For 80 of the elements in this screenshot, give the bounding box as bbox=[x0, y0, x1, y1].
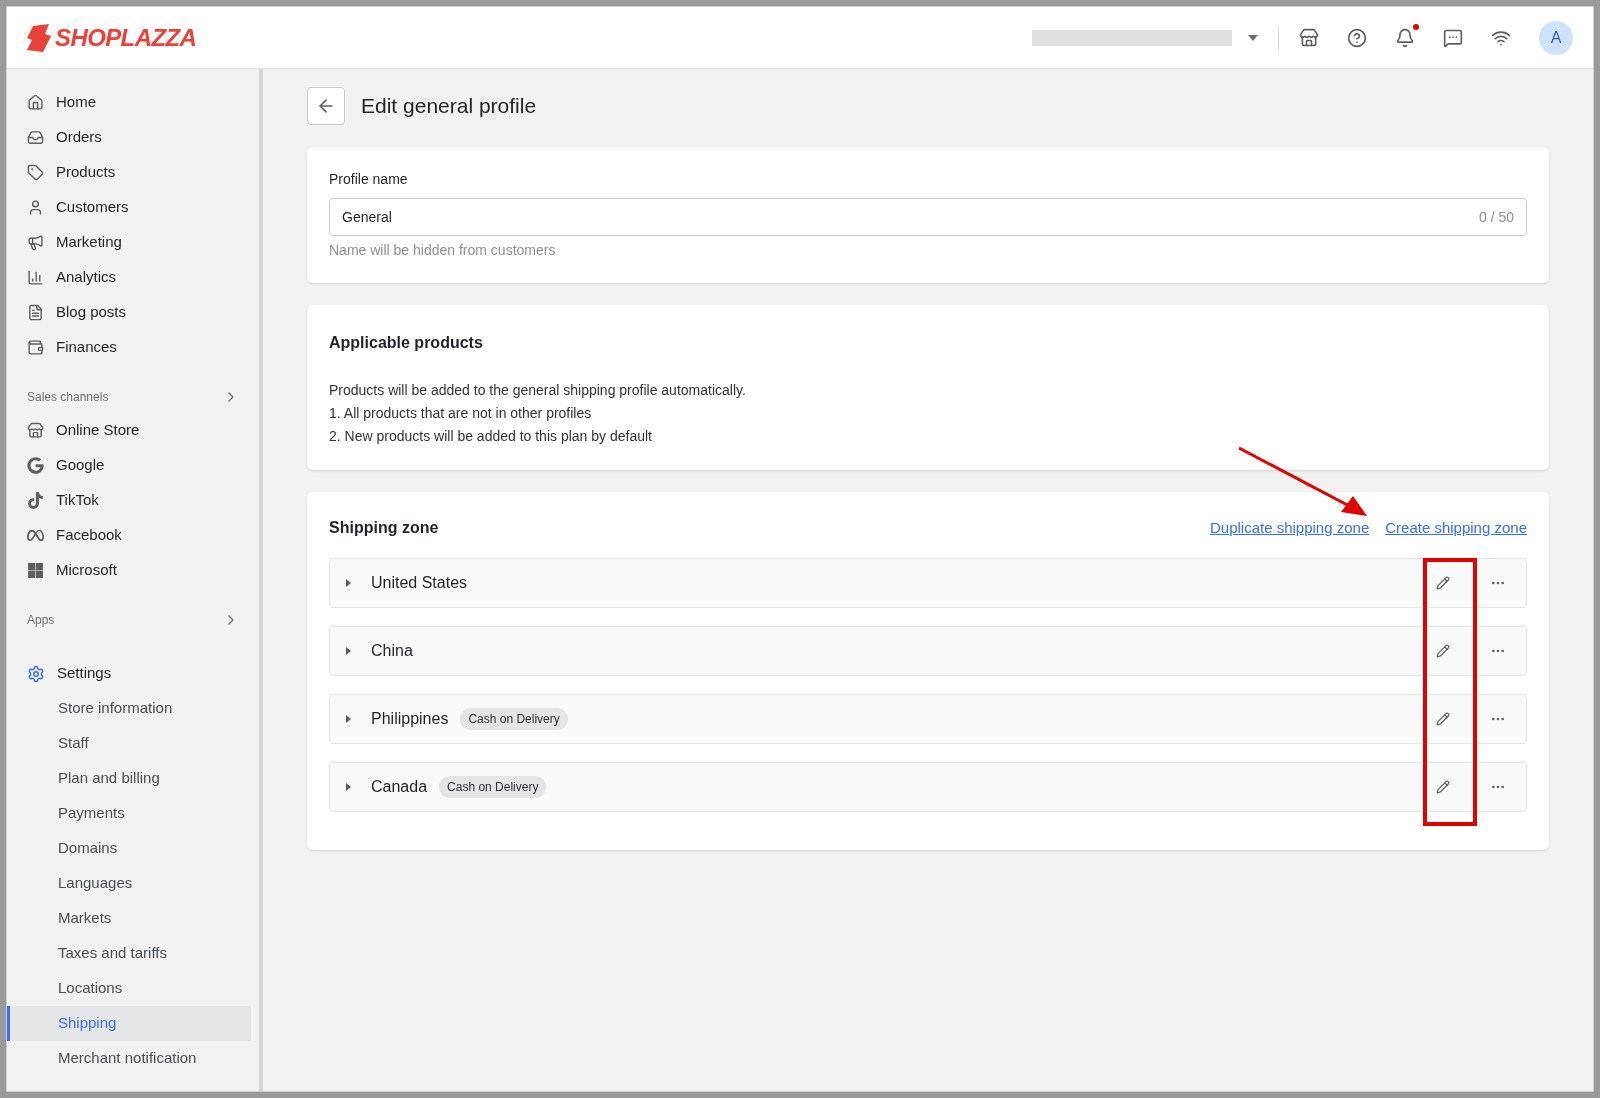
link[interactable]: Create shipping zone bbox=[1385, 516, 1527, 540]
sub-nav-item[interactable]: Merchant notification bbox=[7, 1041, 259, 1076]
nav-item[interactable]: Orders bbox=[7, 120, 259, 155]
sub-nav-item[interactable]: Languages bbox=[7, 866, 259, 901]
zone-name: Philippines bbox=[371, 709, 449, 729]
house-icon bbox=[27, 94, 44, 111]
nav-item[interactable]: Home bbox=[7, 85, 259, 120]
sub-nav-item[interactable]: Staff bbox=[7, 726, 259, 761]
zone-row[interactable]: China bbox=[329, 626, 1527, 676]
caret-icon bbox=[1248, 34, 1258, 41]
zone-row[interactable]: Philippines Cash on Delivery bbox=[329, 694, 1527, 744]
profile-name-field[interactable]: General 0 / 50 bbox=[329, 198, 1527, 236]
tag-icon bbox=[27, 164, 44, 181]
description-line: 2. New products will be added to this plan by default bbox=[329, 427, 653, 446]
pencil-icon bbox=[1436, 780, 1450, 794]
pencil-icon bbox=[1436, 576, 1450, 590]
document-icon bbox=[27, 304, 44, 321]
nav-item[interactable]: Products bbox=[7, 155, 259, 190]
chat-icon bbox=[1443, 27, 1463, 48]
bar-chart-icon bbox=[27, 269, 44, 286]
nav-item[interactable]: Settings bbox=[7, 656, 259, 691]
sub-nav-item[interactable]: Taxes and tariffs bbox=[7, 936, 259, 971]
bell-icon bbox=[1395, 27, 1415, 48]
caret-right-icon bbox=[346, 715, 351, 723]
help-text: Name will be hidden from customers bbox=[329, 241, 557, 260]
nav-item[interactable]: Analytics bbox=[7, 260, 259, 295]
nav-item[interactable]: Google bbox=[7, 448, 259, 483]
nav-item[interactable]: Microsoft bbox=[7, 553, 259, 588]
zone-name: United States bbox=[371, 573, 468, 593]
caret-right-icon bbox=[346, 783, 351, 791]
caret-right-icon bbox=[346, 647, 351, 655]
section-header[interactable]: Apps bbox=[7, 604, 259, 636]
brand-logo: SHOPLAZZA bbox=[55, 22, 197, 53]
four-squares-icon bbox=[27, 562, 44, 579]
nav-item[interactable]: Marketing bbox=[7, 225, 259, 260]
sub-nav-item[interactable]: Plan and billing bbox=[7, 761, 259, 796]
payment-tag: Cash on Delivery bbox=[439, 776, 547, 798]
sub-nav-item[interactable]: Shipping bbox=[7, 1006, 251, 1041]
description-line: 1. All products that are not in other profiles bbox=[329, 404, 593, 423]
g-letter-icon bbox=[27, 457, 44, 474]
card-title: Shipping zone bbox=[329, 518, 439, 538]
caret-right-icon bbox=[346, 579, 351, 587]
zone-row[interactable]: United States bbox=[329, 558, 1527, 608]
zone-name: China bbox=[371, 641, 413, 661]
section-header[interactable]: Sales channels bbox=[7, 381, 259, 413]
nav-item[interactable]: Online Store bbox=[7, 413, 259, 448]
sub-nav-item[interactable]: Payments bbox=[7, 796, 259, 831]
logo-icon bbox=[27, 23, 51, 52]
character-counter: 0 / 50 bbox=[1478, 207, 1514, 227]
nav-item[interactable]: TikTok bbox=[7, 483, 259, 518]
back-button[interactable] bbox=[307, 87, 345, 125]
link[interactable]: Duplicate shipping zone bbox=[1209, 516, 1370, 540]
sub-nav-item[interactable]: Store information bbox=[7, 691, 259, 726]
store-icon bbox=[1299, 27, 1319, 48]
avatar[interactable]: A bbox=[1539, 20, 1573, 55]
pencil-icon bbox=[1436, 712, 1450, 726]
help-icon bbox=[1347, 27, 1367, 48]
nav-item[interactable]: Finances bbox=[7, 330, 259, 365]
sub-nav-item[interactable]: Domains bbox=[7, 831, 259, 866]
nav-item[interactable]: Customers bbox=[7, 190, 259, 225]
sub-nav-item[interactable]: Locations bbox=[7, 971, 259, 1006]
wallet-icon bbox=[27, 339, 44, 356]
field-label: Profile name bbox=[329, 170, 409, 189]
nav-item[interactable]: Facebook bbox=[7, 518, 259, 553]
music-note-icon bbox=[27, 492, 44, 509]
pencil-icon bbox=[1436, 644, 1450, 658]
payment-tag: Cash on Delivery bbox=[460, 708, 568, 730]
zone-name: Canada bbox=[371, 777, 428, 797]
gear-icon bbox=[27, 664, 45, 683]
nav-item[interactable]: Blog posts bbox=[7, 295, 259, 330]
megaphone-icon bbox=[27, 234, 44, 251]
person-icon bbox=[27, 199, 44, 216]
zone-row[interactable]: Canada Cash on Delivery bbox=[329, 762, 1527, 812]
description-line: Products will be added to the general shipping profile automatically. bbox=[329, 381, 747, 400]
infinity-icon bbox=[27, 527, 44, 544]
store-icon bbox=[27, 422, 44, 439]
page-title: Edit general profile bbox=[361, 93, 537, 120]
sub-nav-item[interactable]: Markets bbox=[7, 901, 259, 936]
inbox-icon bbox=[27, 129, 44, 146]
card-title: Applicable products bbox=[329, 333, 484, 353]
